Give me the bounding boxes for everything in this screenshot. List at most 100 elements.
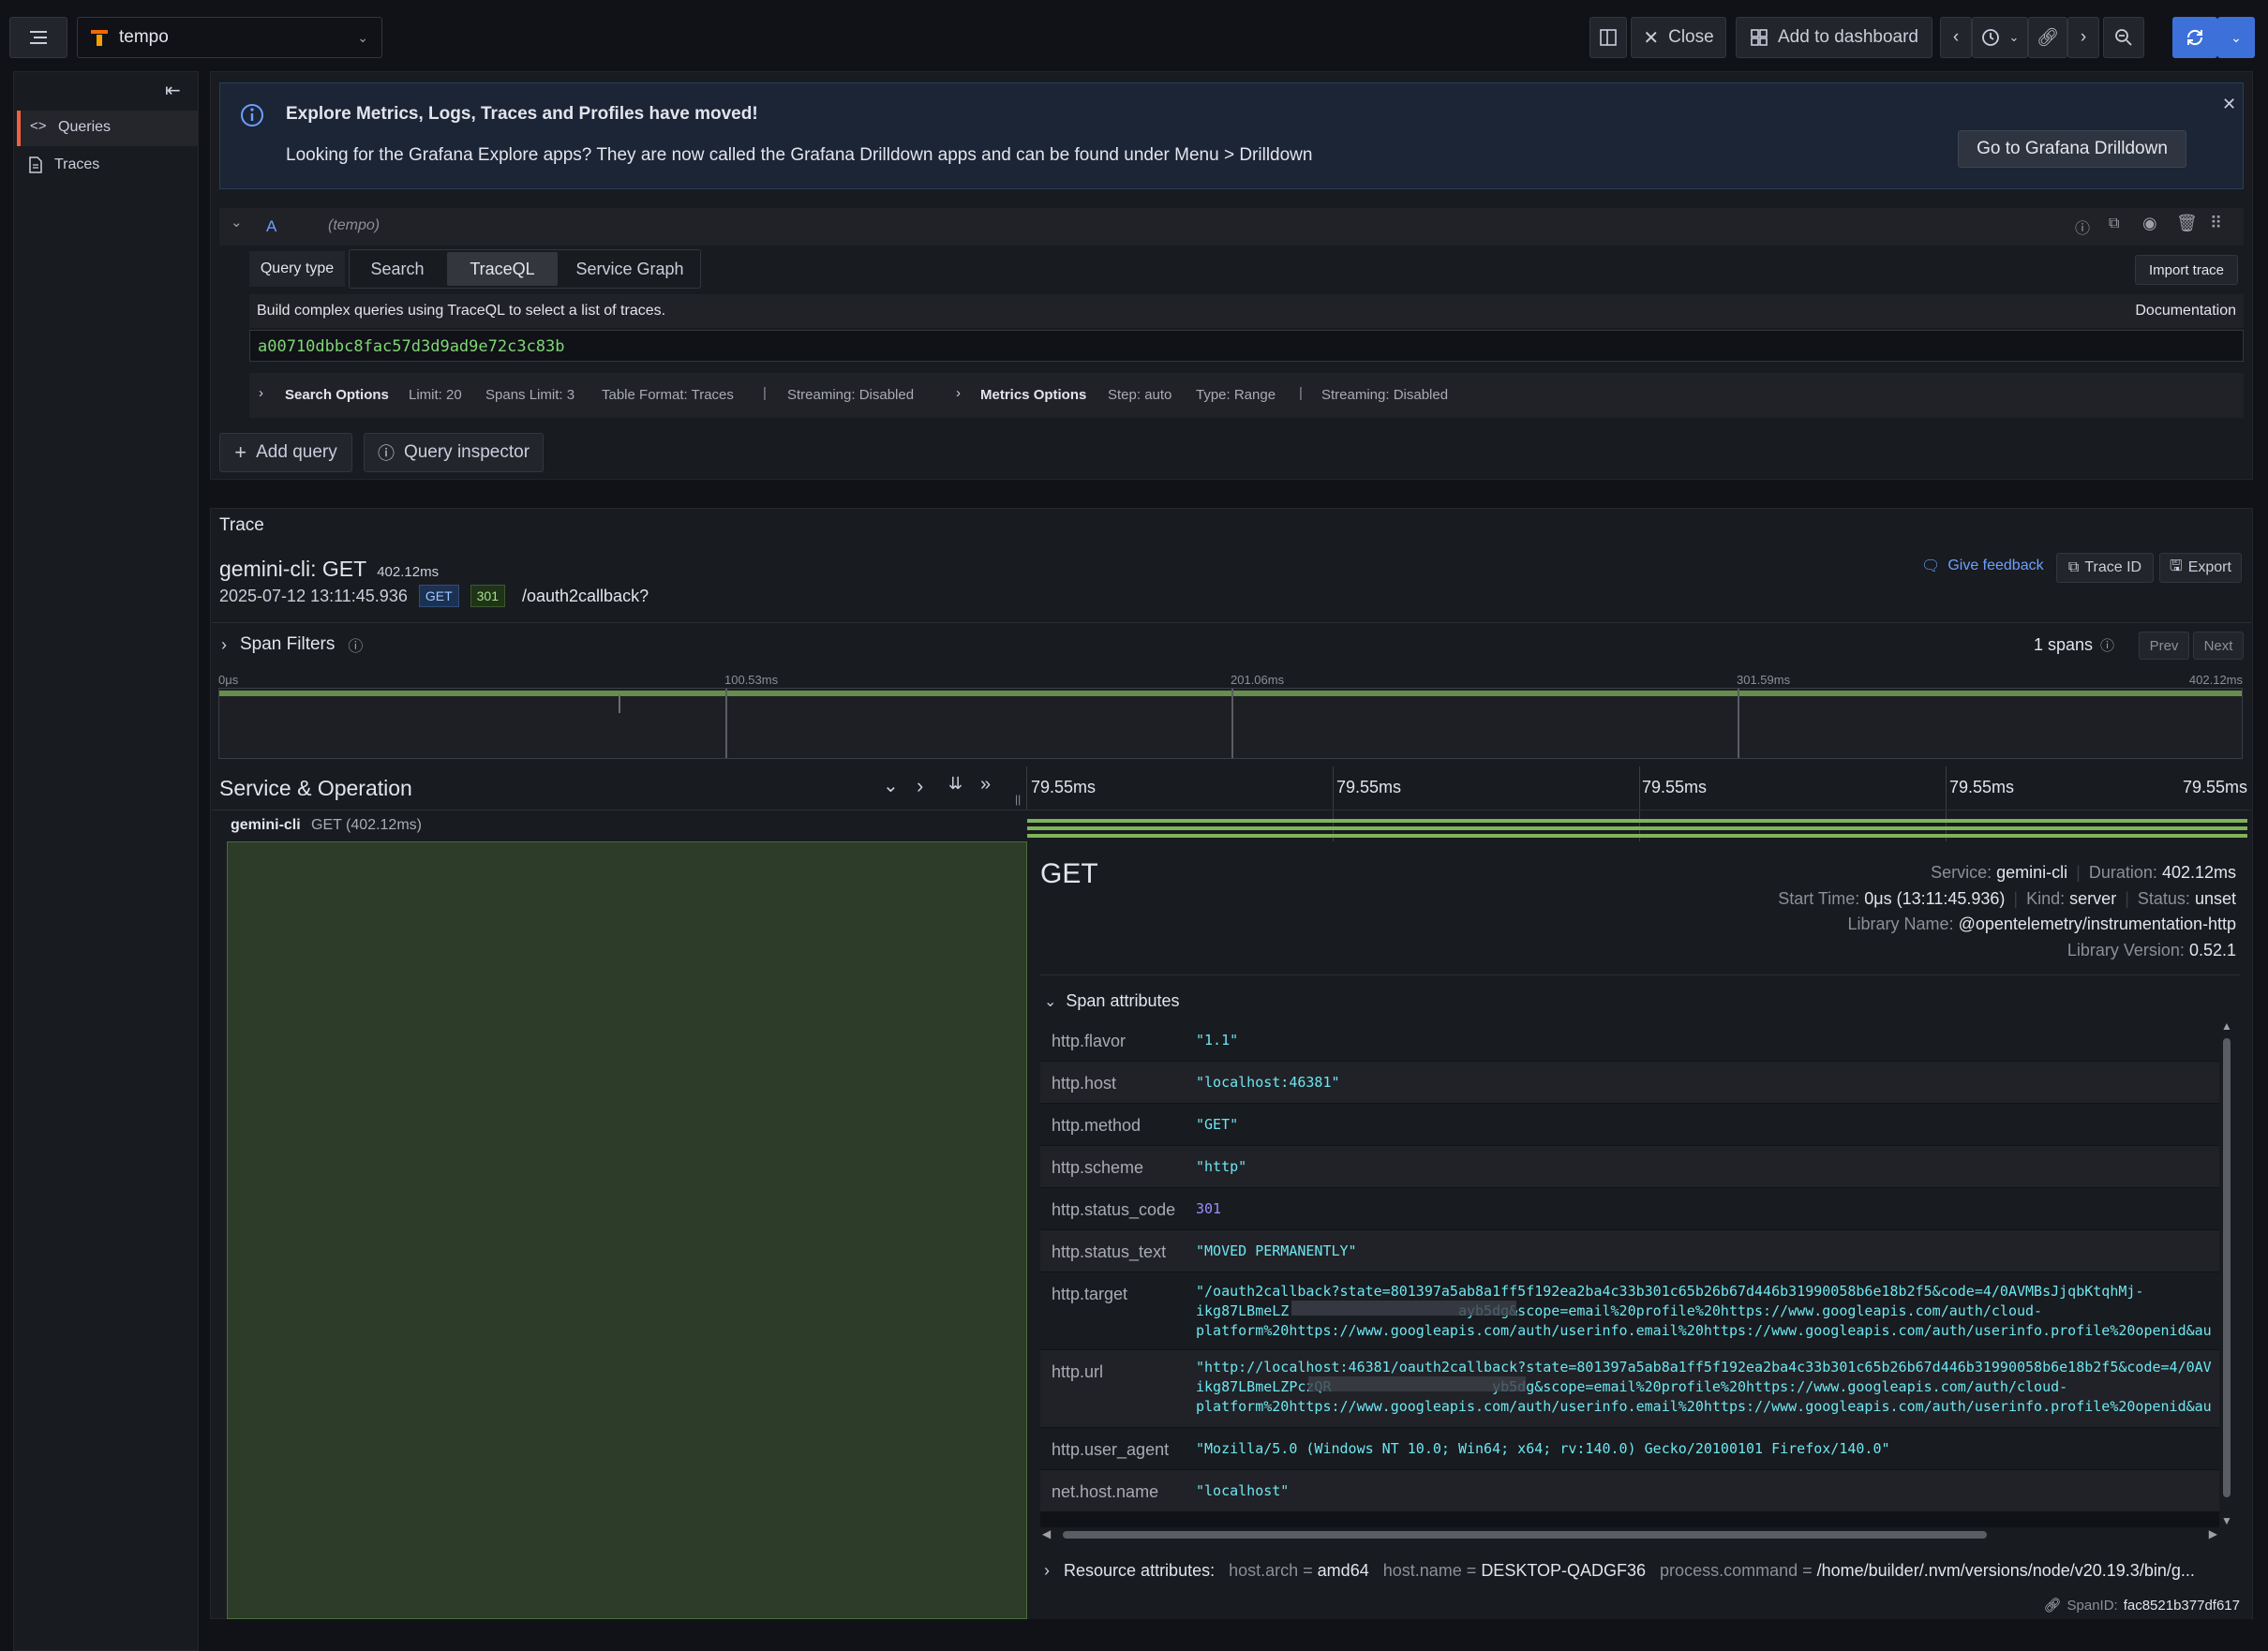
minimap-gridline — [1738, 689, 1739, 758]
traceql-editor[interactable]: a00710dbbc8fac57d3d9ad9e72c3c83b — [249, 330, 2244, 362]
resource-key: host.name — [1382, 1561, 1462, 1580]
resource-key: process.command — [1660, 1561, 1798, 1580]
span-name: GET — [1040, 858, 1098, 889]
eye-icon[interactable]: ◉ — [2142, 214, 2157, 233]
metrics-options-toggle[interactable]: Metrics Options — [980, 387, 1086, 403]
attribute-key: http.scheme — [1052, 1158, 1144, 1177]
menu-icon — [30, 31, 47, 44]
close-button[interactable]: ✕ Close — [1631, 17, 1726, 58]
status-badge: 301 — [470, 585, 505, 607]
horizontal-scrollbar[interactable]: ◀ ▶ — [1040, 1527, 2219, 1542]
vertical-scrollbar[interactable]: ▲ ▼ — [2219, 1019, 2234, 1527]
query-row-header: ⌄ A (tempo) ⓘ ⧉ ◉ 🗑︎ ⠿ — [219, 208, 2244, 245]
column-resizer[interactable]: || — [1015, 793, 1021, 806]
copy-link-button[interactable]: 🔗︎ — [2028, 17, 2067, 58]
query-inspector-button[interactable]: ⓘ Query inspector — [364, 433, 544, 472]
refresh-button[interactable] — [2172, 17, 2217, 58]
message-icon: 🗨︎ — [1921, 558, 1941, 574]
add-query-button[interactable]: + Add query — [219, 433, 352, 472]
chevron-down-icon: ⌄ — [357, 29, 368, 45]
chevron-right-icon[interactable]: › — [956, 385, 961, 401]
chevron-down-icon: ⌄ — [2008, 30, 2020, 44]
trace-minimap[interactable] — [218, 688, 2243, 759]
scroll-left-arrow-icon[interactable]: ◀ — [1042, 1527, 1051, 1540]
minimap-cursor — [619, 694, 620, 713]
tab-traceql[interactable]: TraceQL — [447, 252, 558, 286]
scrollbar-thumb[interactable] — [2223, 1038, 2231, 1497]
attribute-value: 301 — [1196, 1200, 1222, 1217]
option-step: Step: auto — [1108, 387, 1172, 403]
refresh-icon — [2186, 29, 2203, 46]
divider: | — [2125, 888, 2129, 908]
save-icon: 🖫︎ — [2170, 558, 2183, 574]
query-ref[interactable]: A — [266, 217, 276, 236]
sidebar-item-label: Traces — [54, 156, 100, 172]
zoom-out-button[interactable] — [2103, 17, 2144, 58]
scroll-up-arrow-icon[interactable]: ▲ — [2221, 1019, 2232, 1033]
span-service-name: gemini-cli — [231, 817, 301, 833]
span-bar — [1027, 834, 2247, 838]
redacted-region — [1308, 1376, 1526, 1391]
attribute-row: http.host "localhost:46381" — [1040, 1062, 2219, 1103]
duplicate-icon[interactable]: ⧉ — [2109, 216, 2119, 232]
close-banner-icon[interactable]: ✕ — [2222, 95, 2236, 114]
prev-button[interactable]: Prev — [2139, 632, 2189, 660]
chevron-down-icon[interactable]: ⌄ — [231, 214, 243, 231]
query-type-label: Query type — [249, 251, 345, 287]
span-id[interactable]: 🔗︎ SpanID: fac8521b377df617 — [2043, 1597, 2240, 1614]
timeline-ticks: 79.55ms 79.55ms 79.55ms 79.55ms 79.55ms — [1027, 778, 2247, 798]
next-button[interactable]: Next — [2193, 632, 2244, 660]
trace-duration: 402.12ms — [377, 564, 440, 580]
add-to-dashboard-button[interactable]: Add to dashboard — [1736, 17, 1932, 58]
split-pane-button[interactable] — [1589, 17, 1627, 58]
link-icon: 🔗︎ — [2043, 1598, 2062, 1614]
resource-attributes-toggle[interactable]: › Resource attributes: host.arch = amd64… — [1044, 1561, 2238, 1581]
span-attributes-toggle[interactable]: ⌄ Span attributes — [1044, 991, 1179, 1011]
sidebar-item-queries[interactable]: <> Queries — [17, 111, 199, 146]
option-streaming: Streaming: Disabled — [787, 387, 915, 403]
expand-one-icon[interactable]: › — [917, 774, 923, 798]
option-limit: Limit: 20 — [409, 387, 462, 403]
span-row[interactable]: gemini-cli GET (402.12ms) — [212, 811, 1027, 841]
chevron-down-icon: ⌄ — [1044, 993, 1057, 1010]
tab-service-graph[interactable]: Service Graph — [561, 252, 698, 286]
attribute-row: http.method "GET" — [1040, 1104, 2219, 1145]
expand-all-icon[interactable]: » — [980, 774, 991, 796]
time-picker-button[interactable]: ⌄ — [1972, 17, 2028, 58]
give-feedback-link[interactable]: 🗨︎ Give feedback — [1921, 557, 2044, 575]
sidebar-item-traces[interactable]: Traces — [17, 148, 199, 184]
time-back-button[interactable]: ‹ — [1940, 17, 1972, 58]
span-bar — [1027, 826, 2247, 830]
collapse-sidebar-icon[interactable]: ⇤ — [165, 79, 181, 102]
export-button[interactable]: 🖫︎ Export — [2159, 553, 2242, 583]
minimap-tick: 201.06ms — [1231, 673, 1285, 687]
trace-id-button[interactable]: ⧉ Trace ID — [2056, 553, 2154, 583]
help-icon[interactable]: ⓘ — [2075, 216, 2090, 238]
span-bar-track[interactable] — [1027, 811, 2247, 843]
tab-search[interactable]: Search — [351, 252, 443, 286]
trash-icon[interactable]: 🗑︎ — [2176, 214, 2198, 233]
collapse-one-icon[interactable]: ⌄ — [883, 774, 899, 797]
go-to-drilldown-button[interactable]: Go to Grafana Drilldown — [1958, 130, 2186, 168]
attribute-key: http.user_agent — [1052, 1440, 1170, 1459]
chevron-right-icon[interactable]: › — [259, 385, 263, 401]
menu-button[interactable] — [9, 17, 67, 58]
span-filters-toggle[interactable]: › Span Filters ⓘ — [221, 633, 363, 656]
scroll-right-arrow-icon[interactable]: ▶ — [2209, 1527, 2217, 1540]
span-kind: server — [2069, 888, 2117, 908]
timeline-gridline — [1026, 766, 1027, 810]
collapse-all-icon[interactable]: ⇊ — [948, 774, 962, 794]
datasource-picker[interactable]: tempo ⌄ — [77, 17, 382, 58]
divider — [1040, 974, 2240, 975]
search-options-toggle[interactable]: Search Options — [285, 387, 389, 403]
divider: | — [1299, 385, 1303, 401]
drag-handle-icon[interactable]: ⠿ — [2210, 214, 2222, 233]
refresh-interval-button[interactable]: ⌄ — [2217, 17, 2255, 58]
span-detail-sidebar — [227, 841, 1027, 1619]
import-trace-button[interactable]: Import trace — [2135, 255, 2238, 285]
time-forward-button[interactable]: › — [2067, 17, 2099, 58]
documentation-link[interactable]: Documentation — [2135, 303, 2236, 320]
timeline-tick: 79.55ms — [1031, 778, 1097, 796]
scrollbar-thumb[interactable] — [1063, 1531, 1987, 1539]
scroll-down-arrow-icon[interactable]: ▼ — [2221, 1514, 2232, 1527]
